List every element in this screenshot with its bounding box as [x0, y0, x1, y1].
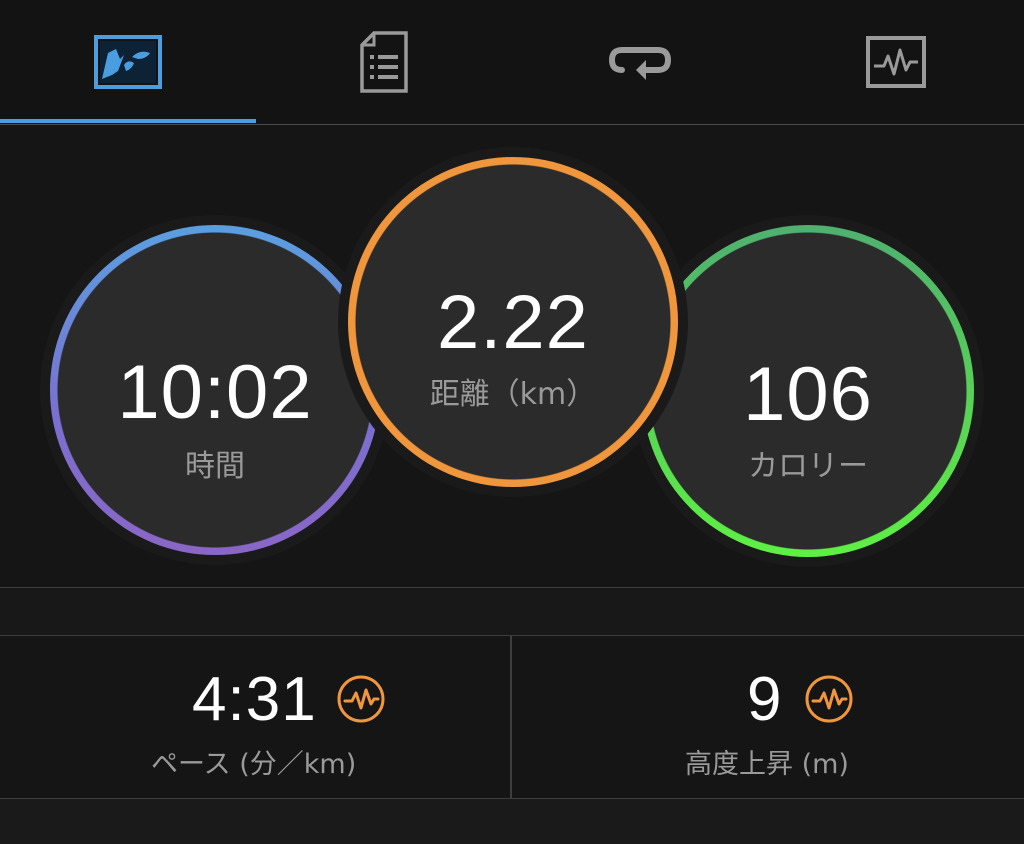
activity-summary-screen: 10:02 時間 106 カロリー 2.22 距離（km） 4:31 ペース (…	[0, 0, 1024, 844]
tab-summary[interactable]	[0, 0, 256, 123]
tab-charts[interactable]	[768, 0, 1024, 123]
heart-rate-wave-icon	[337, 675, 385, 723]
tab-laps[interactable]	[512, 0, 768, 123]
bottom-area	[0, 799, 1024, 844]
elevation-value: 9	[747, 665, 783, 734]
splash-chart-icon	[94, 34, 162, 89]
time-label: 時間	[185, 449, 245, 484]
elevation-label: 高度上昇 (m)	[685, 749, 849, 780]
distance-ring[interactable]: 2.22 距離（km）	[338, 147, 688, 497]
elevation-stat[interactable]: 9 高度上昇 (m)	[512, 636, 1023, 798]
tab-details[interactable]	[256, 0, 512, 123]
stats-row: 4:31 ペース (分／km) 9 高度上昇 (m)	[0, 636, 1024, 798]
pace-label: ペース (分／km)	[151, 749, 357, 780]
distance-label: 距離（km）	[429, 377, 597, 412]
pace-stat[interactable]: 4:31 ペース (分／km)	[0, 636, 511, 798]
repeat-loop-icon	[608, 46, 672, 80]
pace-value: 4:31	[192, 665, 317, 734]
heart-rate-wave-icon	[805, 675, 853, 723]
list-document-icon	[360, 30, 408, 93]
calories-label: カロリー	[748, 449, 868, 484]
section-gap	[0, 588, 1024, 635]
heart-rate-monitor-icon	[866, 35, 926, 88]
active-tab-indicator	[0, 119, 256, 123]
tab-bar	[0, 0, 1024, 125]
metric-rings: 10:02 時間 106 カロリー 2.22 距離（km）	[0, 125, 1024, 587]
distance-value: 2.22	[437, 280, 589, 365]
